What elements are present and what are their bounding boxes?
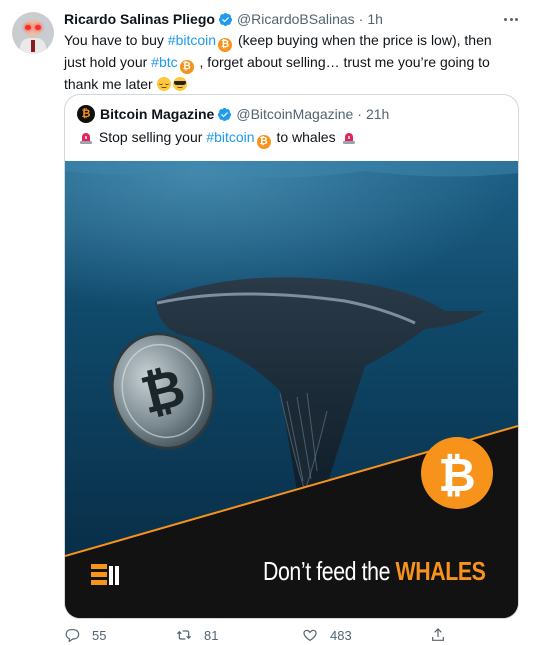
police-light-icon — [342, 133, 355, 144]
share-button[interactable] — [430, 625, 458, 645]
bitcoin-logo-coin: ₿ — [438, 448, 476, 502]
hashtag-link[interactable]: #bitcoin — [206, 129, 254, 145]
hashtag-link[interactable]: #btc — [151, 54, 177, 70]
bitcoin-icon: ₿ — [256, 135, 271, 149]
reply-button[interactable]: 55 — [64, 625, 106, 645]
tweet-timestamp[interactable]: 1h — [367, 11, 383, 27]
sunglasses-face-icon — [172, 77, 187, 91]
tweet-text: You have to buy #bitcoin ₿ (keep buying w… — [64, 30, 516, 94]
heart-icon — [303, 629, 317, 642]
image-tagline: Don’t feed the WHALES — [263, 556, 486, 586]
quoted-timestamp: 21h — [365, 106, 390, 122]
quoted-author-handle: @BitcoinMagazine — [236, 106, 354, 122]
verified-badge-icon — [218, 12, 232, 26]
reply-icon — [65, 629, 80, 643]
tweet-header: Ricardo Salinas Pliego @RicardoBSalinas … — [64, 10, 383, 28]
quoted-text-part: to whales — [272, 129, 340, 145]
tweet-actions: 55 81 483 — [64, 625, 516, 645]
quoted-text-part: Stop selling your — [95, 129, 207, 145]
share-icon — [432, 628, 444, 641]
separator-dot: · — [357, 106, 362, 122]
like-button[interactable]: 483 — [302, 625, 352, 645]
tweet[interactable]: Ricardo Salinas Pliego @RicardoBSalinas … — [0, 0, 533, 645]
quoted-author-name: Bitcoin Magazine — [100, 106, 215, 122]
more-options-icon[interactable] — [504, 12, 518, 26]
bitcoin-icon: ₿ — [179, 60, 194, 74]
tweet-text-part: You have to buy — [64, 32, 168, 48]
police-light-icon — [80, 133, 92, 144]
author-avatar[interactable] — [12, 12, 54, 54]
author-handle[interactable]: @RicardoBSalinas — [237, 11, 355, 27]
relieved-face-icon — [156, 77, 171, 91]
author-name[interactable]: Ricardo Salinas Pliego — [64, 11, 215, 27]
quoted-tweet[interactable]: Bitcoin Magazine @BitcoinMagazine · 21h … — [64, 94, 519, 619]
hashtag-link[interactable]: #bitcoin — [168, 32, 216, 48]
quoted-author-avatar — [77, 105, 95, 123]
quoted-tweet-text: Stop selling your #bitcoin ₿ to whales — [77, 127, 358, 149]
quoted-tweet-header: Bitcoin Magazine @BitcoinMagazine · 21h — [77, 105, 389, 123]
separator-dot: · — [358, 11, 364, 27]
tweet-media-image[interactable]: ₿ ₿ Don’t feed the WHALES — [65, 161, 518, 618]
retweet-button[interactable]: 81 — [176, 625, 218, 645]
reply-count: 55 — [92, 627, 107, 643]
retweet-icon — [176, 630, 192, 640]
like-count: 483 — [330, 627, 352, 643]
whale-illustration: ₿ ₿ — [65, 161, 518, 618]
avatar-tie — [31, 40, 35, 52]
retweet-count: 81 — [204, 627, 219, 643]
verified-badge-icon — [218, 107, 232, 121]
avatar-laser-eyes — [25, 25, 41, 30]
bitcoin-icon: ₿ — [218, 38, 233, 52]
